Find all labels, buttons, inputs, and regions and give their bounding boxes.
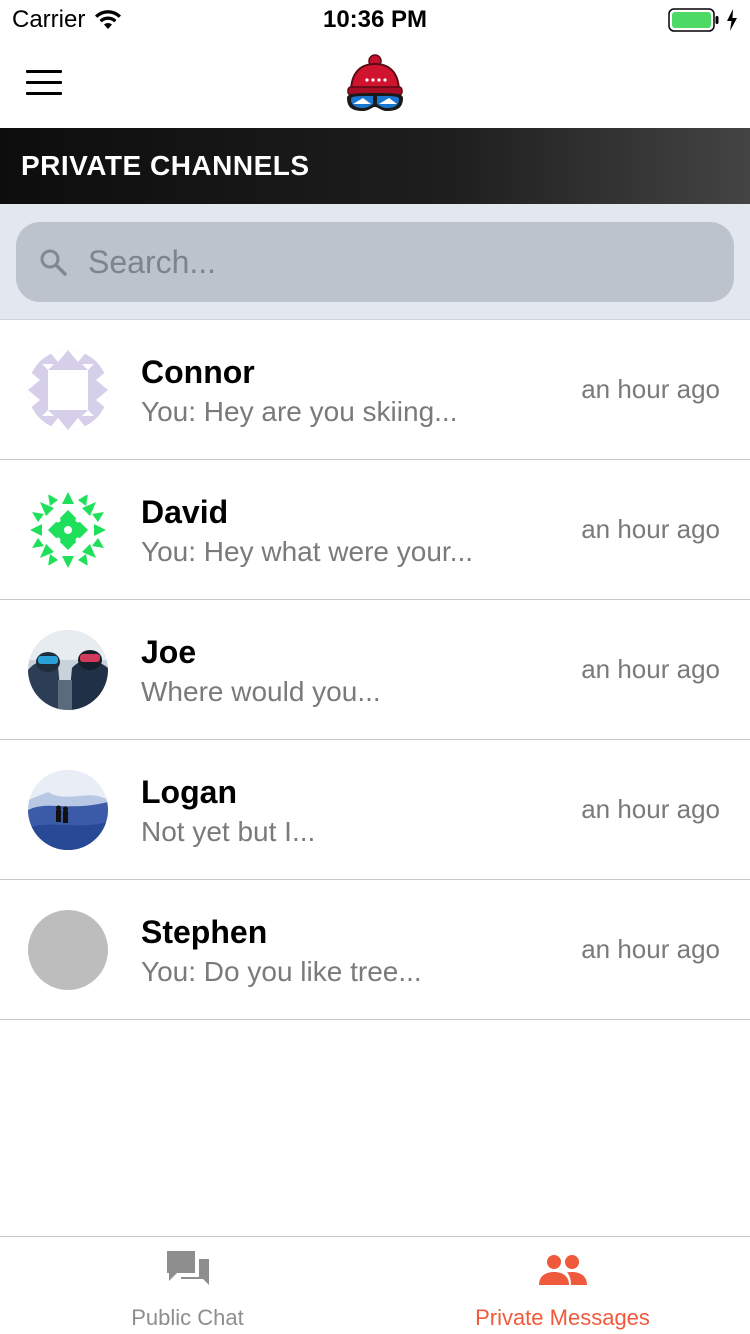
search-input[interactable] <box>88 243 688 281</box>
search-bar <box>0 204 750 320</box>
ski-hat-goggles-logo <box>347 54 403 111</box>
search-box[interactable] <box>16 222 734 302</box>
channel-name: Connor <box>141 354 255 390</box>
channel-name: Stephen <box>141 914 268 950</box>
channel-row-stephen[interactable]: Stephen You: Do you like tree... an hour… <box>0 880 750 1020</box>
message-time: an hour ago <box>581 514 720 544</box>
status-bar: Carrier 10:36 PM <box>0 0 750 40</box>
tab-label: Private Messages <box>475 1305 650 1330</box>
battery-icon <box>668 8 719 32</box>
avatar-joe <box>28 630 108 710</box>
clock: 10:36 PM <box>322 6 428 33</box>
message-time: an hour ago <box>581 374 720 404</box>
channel-name: Logan <box>141 774 237 810</box>
chat-bubbles-icon <box>166 1251 209 1285</box>
message-preview: You: Do you like tree... <box>141 956 422 987</box>
search-icon <box>40 249 67 276</box>
channel-row-connor[interactable]: Connor You: Hey are you skiing... an hou… <box>0 320 750 460</box>
channel-row-david[interactable]: David You: Hey what were your... an hour… <box>0 460 750 600</box>
tab-private-messages[interactable]: Private Messages <box>375 1237 750 1334</box>
message-time: an hour ago <box>581 654 720 684</box>
message-preview: You: Hey are you skiing... <box>141 396 458 427</box>
tab-label: Public Chat <box>131 1305 244 1330</box>
people-icon <box>538 1255 587 1285</box>
avatar-david <box>28 490 108 570</box>
channel-row-logan[interactable]: Logan Not yet but I... an hour ago <box>0 740 750 880</box>
message-preview: You: Hey what were your... <box>141 536 474 567</box>
avatar-logan <box>28 770 108 850</box>
section-title: PRIVATE CHANNELS <box>21 150 310 181</box>
avatar-stephen <box>28 910 108 990</box>
channel-row-joe[interactable]: Joe Where would you... an hour ago <box>0 600 750 740</box>
hamburger-menu-icon[interactable] <box>26 70 62 96</box>
message-time: an hour ago <box>581 794 720 824</box>
avatar-connor <box>28 350 108 430</box>
channel-list: Connor You: Hey are you skiing... an hou… <box>0 320 750 1020</box>
battery-group <box>668 8 738 32</box>
section-header: PRIVATE CHANNELS <box>0 128 750 204</box>
message-preview: Where would you... <box>141 676 381 707</box>
tab-public-chat[interactable]: Public Chat <box>0 1237 375 1334</box>
message-preview: Not yet but I... <box>141 816 316 847</box>
tab-bar: Public Chat Private Messages <box>0 1236 750 1334</box>
charging-bolt-icon <box>727 9 737 31</box>
message-time: an hour ago <box>581 934 720 964</box>
nav-bar <box>0 40 750 128</box>
channel-name: David <box>141 494 229 530</box>
channel-name: Joe <box>141 634 197 670</box>
